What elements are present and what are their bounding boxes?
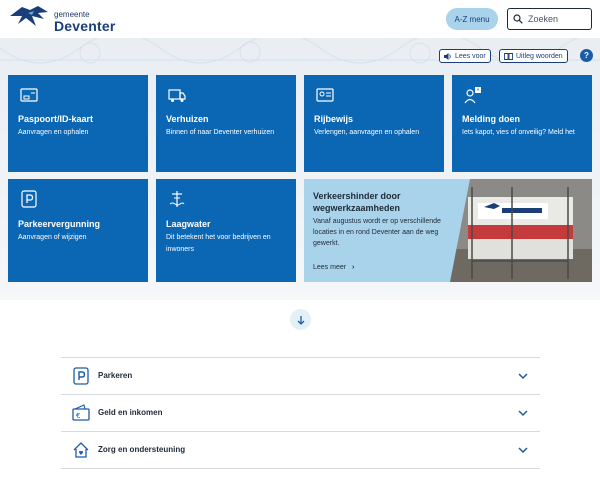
accordion-item-geld[interactable]: € Geld en inkomen	[61, 394, 540, 431]
chevron-right-icon: ›	[352, 264, 355, 271]
tile-description: Dit betekent het voor bedrijven en inwon…	[166, 234, 271, 253]
accordion-item-parkeren[interactable]: Parkeren	[61, 357, 540, 394]
tile-description: Aanvragen en ophalen	[18, 129, 89, 136]
tile-title: Parkeervergunning	[18, 219, 101, 229]
tile-description: Verlengen, aanvragen en ophalen	[314, 129, 420, 136]
tile-parkeervergunning[interactable]: Parkeervergunning Aanvragen of wijzigen	[8, 179, 148, 282]
report-person-icon	[464, 87, 481, 104]
tile-verhuizen[interactable]: Verhuizen Binnen of naar Deventer verhui…	[156, 75, 296, 172]
accordion-label: Geld en inkomen	[98, 408, 163, 417]
tile-title: Verhuizen	[166, 114, 209, 124]
drivers-license-icon	[316, 88, 334, 102]
tile-rijbewijs[interactable]: Rijbewijs Verlengen, aanvragen en ophale…	[304, 75, 444, 172]
chevron-down-icon	[518, 373, 528, 380]
tile-title: Laagwater	[166, 219, 211, 229]
header: gemeente Deventer A-Z menu Zoeken	[0, 0, 600, 38]
wallet-icon: €	[72, 404, 90, 421]
logo-title: Deventer	[54, 18, 116, 34]
tile-title: Paspoort/ID-kaart	[18, 114, 94, 124]
tile-paspoort[interactable]: Paspoort/ID-kaart Aanvragen en ophalen	[8, 75, 148, 172]
tile-description: Binnen of naar Deventer verhuizen	[166, 129, 275, 136]
accordion-item-zorg[interactable]: Zorg en ondersteuning	[61, 431, 540, 469]
search-placeholder: Zoeken	[528, 14, 559, 24]
accordion-label: Zorg en ondersteuning	[98, 445, 186, 454]
tile-description: Aanvragen of wijzigen	[18, 234, 87, 241]
search-icon	[513, 14, 523, 24]
explain-words-label: Uitleg woorden	[516, 52, 563, 60]
tile-title: Melding doen	[462, 114, 520, 124]
chevron-down-icon	[518, 410, 528, 417]
water-level-icon	[169, 191, 185, 207]
moving-truck-icon	[168, 89, 186, 102]
tile-melding[interactable]: Melding doen Iets kapot, vies of onveili…	[452, 75, 592, 172]
parking-icon	[73, 367, 89, 385]
book-icon	[504, 52, 513, 60]
read-aloud-button[interactable]: Lees voor	[439, 49, 491, 63]
id-card-icon	[20, 88, 38, 102]
explain-words-button[interactable]: Uitleg woorden	[499, 49, 568, 63]
arrow-down-icon	[297, 315, 304, 325]
scroll-down-button[interactable]	[290, 309, 311, 330]
speaker-icon	[444, 52, 451, 60]
parking-icon	[21, 190, 37, 208]
read-more-label: Lees meer	[313, 264, 347, 271]
help-button[interactable]: ?	[580, 49, 593, 62]
news-tile[interactable]: Verkeershinder door wegwerkzaamheden Van…	[304, 179, 592, 282]
news-title: Verkeershinder door wegwerkzaamheden	[313, 191, 401, 213]
tile-title: Rijbewijs	[314, 114, 354, 124]
accordion-label: Parkeren	[98, 371, 133, 380]
chevron-down-icon	[518, 447, 528, 454]
tile-description: Iets kapot, vies of onveilig? Meld het	[462, 129, 575, 136]
eagle-logo-icon	[10, 6, 48, 26]
logo[interactable]: gemeente Deventer	[8, 4, 118, 34]
read-more-link[interactable]: Lees meer ›	[313, 264, 354, 271]
care-house-icon	[73, 442, 89, 458]
read-aloud-label: Lees voor	[455, 52, 486, 60]
search-input[interactable]: Zoeken	[507, 8, 592, 30]
news-description: Vanaf augustus wordt er op verschillende…	[313, 218, 441, 247]
roadworks-photo	[450, 179, 592, 282]
svg-text:€: €	[76, 412, 80, 420]
az-menu-button[interactable]: A-Z menu	[446, 8, 498, 30]
tile-laagwater[interactable]: Laagwater Dit betekent het voor bedrijve…	[156, 179, 296, 282]
